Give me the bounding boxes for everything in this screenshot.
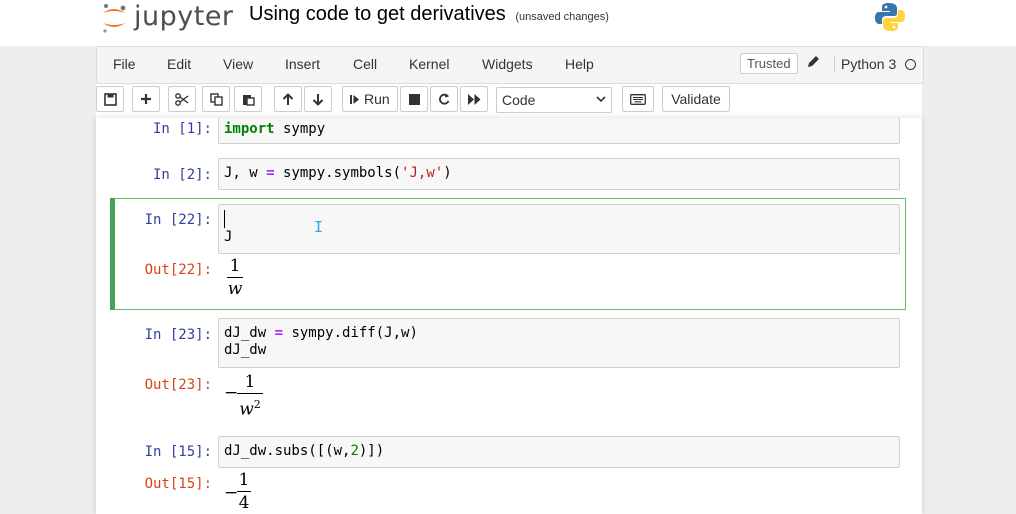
text-cursor	[224, 210, 225, 228]
code-text: dJ_dw.subs([(w,2)])	[224, 443, 385, 459]
move-up-button[interactable]	[274, 86, 302, 112]
fraction-denominator: w2	[237, 395, 263, 420]
restart-run-all-button[interactable]	[460, 86, 488, 112]
notebook-container: In [1]: import sympy In [2]: J, w = symp…	[96, 118, 922, 514]
save-icon	[103, 92, 117, 106]
menu-edit[interactable]: Edit	[167, 56, 191, 72]
fraction-numerator: 1	[244, 372, 256, 392]
in-prompt: In [2]:	[152, 167, 212, 183]
restart-button[interactable]	[430, 86, 458, 112]
save-button[interactable]	[96, 86, 124, 112]
fraction-numerator: 1	[238, 470, 250, 490]
fraction-denominator: w	[227, 279, 243, 300]
toolbar: Run Code Validate	[96, 84, 922, 118]
validate-button[interactable]: Validate	[662, 86, 730, 112]
kernel-name: Python 3	[834, 56, 896, 72]
code-input[interactable]: import sympy	[218, 118, 900, 144]
in-prompt: In [22]:	[144, 212, 212, 228]
menu-file[interactable]: File	[113, 56, 136, 72]
code-text: sympy	[274, 121, 326, 137]
arrow-up-icon	[282, 92, 294, 106]
keyboard-icon	[630, 93, 646, 105]
in-prompt: In [23]:	[144, 327, 212, 343]
scissors-icon	[175, 92, 189, 106]
jupyter-logo-icon	[100, 2, 128, 33]
python-logo-icon	[874, 2, 906, 32]
code-line-2: dJ_dw	[224, 342, 267, 358]
notebook-title[interactable]: Using code to get derivatives	[249, 3, 506, 25]
run-label: Run	[364, 91, 390, 107]
plus-icon	[140, 93, 152, 105]
paste-icon	[242, 93, 255, 106]
fraction-denominator: 4	[238, 493, 250, 514]
app-name: jupyter	[134, 0, 234, 32]
menu-widgets[interactable]: Widgets	[482, 56, 533, 72]
fraction-bar	[237, 393, 263, 395]
cell-type-select[interactable]: Code	[496, 87, 612, 113]
output-fraction: 1 w2	[237, 372, 263, 420]
notebook-title-area[interactable]: Using code to get derivatives (unsaved c…	[249, 3, 609, 26]
cell-type-value: Code	[502, 92, 536, 108]
code-input[interactable]: dJ_dw = sympy.diff(J,w) dJ_dw	[218, 318, 900, 368]
cut-button[interactable]	[168, 86, 196, 112]
out-prompt: Out[23]:	[144, 377, 212, 393]
step-forward-icon	[350, 94, 360, 105]
menu-kernel[interactable]: Kernel	[409, 56, 449, 72]
arrow-down-icon	[312, 93, 324, 106]
insert-cell-button[interactable]	[132, 86, 160, 112]
code-input[interactable]: J, w = sympy.symbols('J,w')	[218, 158, 900, 190]
autosave-status: (unsaved changes)	[515, 11, 609, 23]
kernel-status-icon	[905, 59, 916, 70]
code-text: J, w = sympy.symbols('J,w')	[224, 165, 452, 181]
copy-button[interactable]	[202, 86, 230, 112]
refresh-icon	[438, 93, 450, 105]
fraction-bar	[237, 491, 251, 493]
interrupt-button[interactable]	[400, 86, 428, 112]
fraction-bar	[227, 277, 243, 279]
in-prompt: In [1]:	[152, 121, 212, 137]
copy-icon	[209, 92, 223, 106]
fast-forward-icon	[467, 93, 481, 105]
run-button[interactable]: Run	[342, 86, 398, 112]
paste-button[interactable]	[234, 86, 262, 112]
in-prompt: In [15]:	[144, 444, 212, 460]
denominator-base: w	[239, 399, 254, 420]
menubar: File Edit View Insert Cell Kernel Widget…	[96, 46, 924, 84]
menu-insert[interactable]: Insert	[285, 56, 320, 72]
code-text-keyword: import	[224, 121, 275, 137]
code-input[interactable]: dJ_dw.subs([(w,2)])	[218, 436, 900, 468]
code-line-1: dJ_dw = sympy.diff(J,w)	[224, 325, 418, 341]
trusted-indicator[interactable]: Trusted	[740, 53, 798, 74]
move-down-button[interactable]	[304, 86, 332, 112]
menu-view[interactable]: View	[223, 56, 253, 72]
notebook-header: jupyter Using code to get derivatives (u…	[0, 0, 1016, 46]
out-prompt: Out[15]:	[144, 476, 212, 492]
menu-cell[interactable]: Cell	[353, 56, 377, 72]
jupyter-logo[interactable]: jupyter	[100, 0, 234, 33]
menu-help[interactable]: Help	[565, 56, 594, 72]
command-palette-button[interactable]	[622, 86, 654, 112]
ibeam-cursor-icon: I	[314, 218, 324, 236]
fraction-numerator: 1	[229, 256, 241, 276]
chevron-down-icon	[596, 92, 606, 109]
stop-icon	[408, 93, 420, 105]
code-text: J	[224, 229, 233, 245]
output-fraction: 1 w	[227, 256, 243, 299]
out-prompt: Out[22]:	[144, 262, 212, 278]
pencil-icon[interactable]	[807, 55, 820, 71]
output-fraction: 1 4	[237, 470, 251, 513]
denominator-exponent: 2	[253, 398, 261, 412]
